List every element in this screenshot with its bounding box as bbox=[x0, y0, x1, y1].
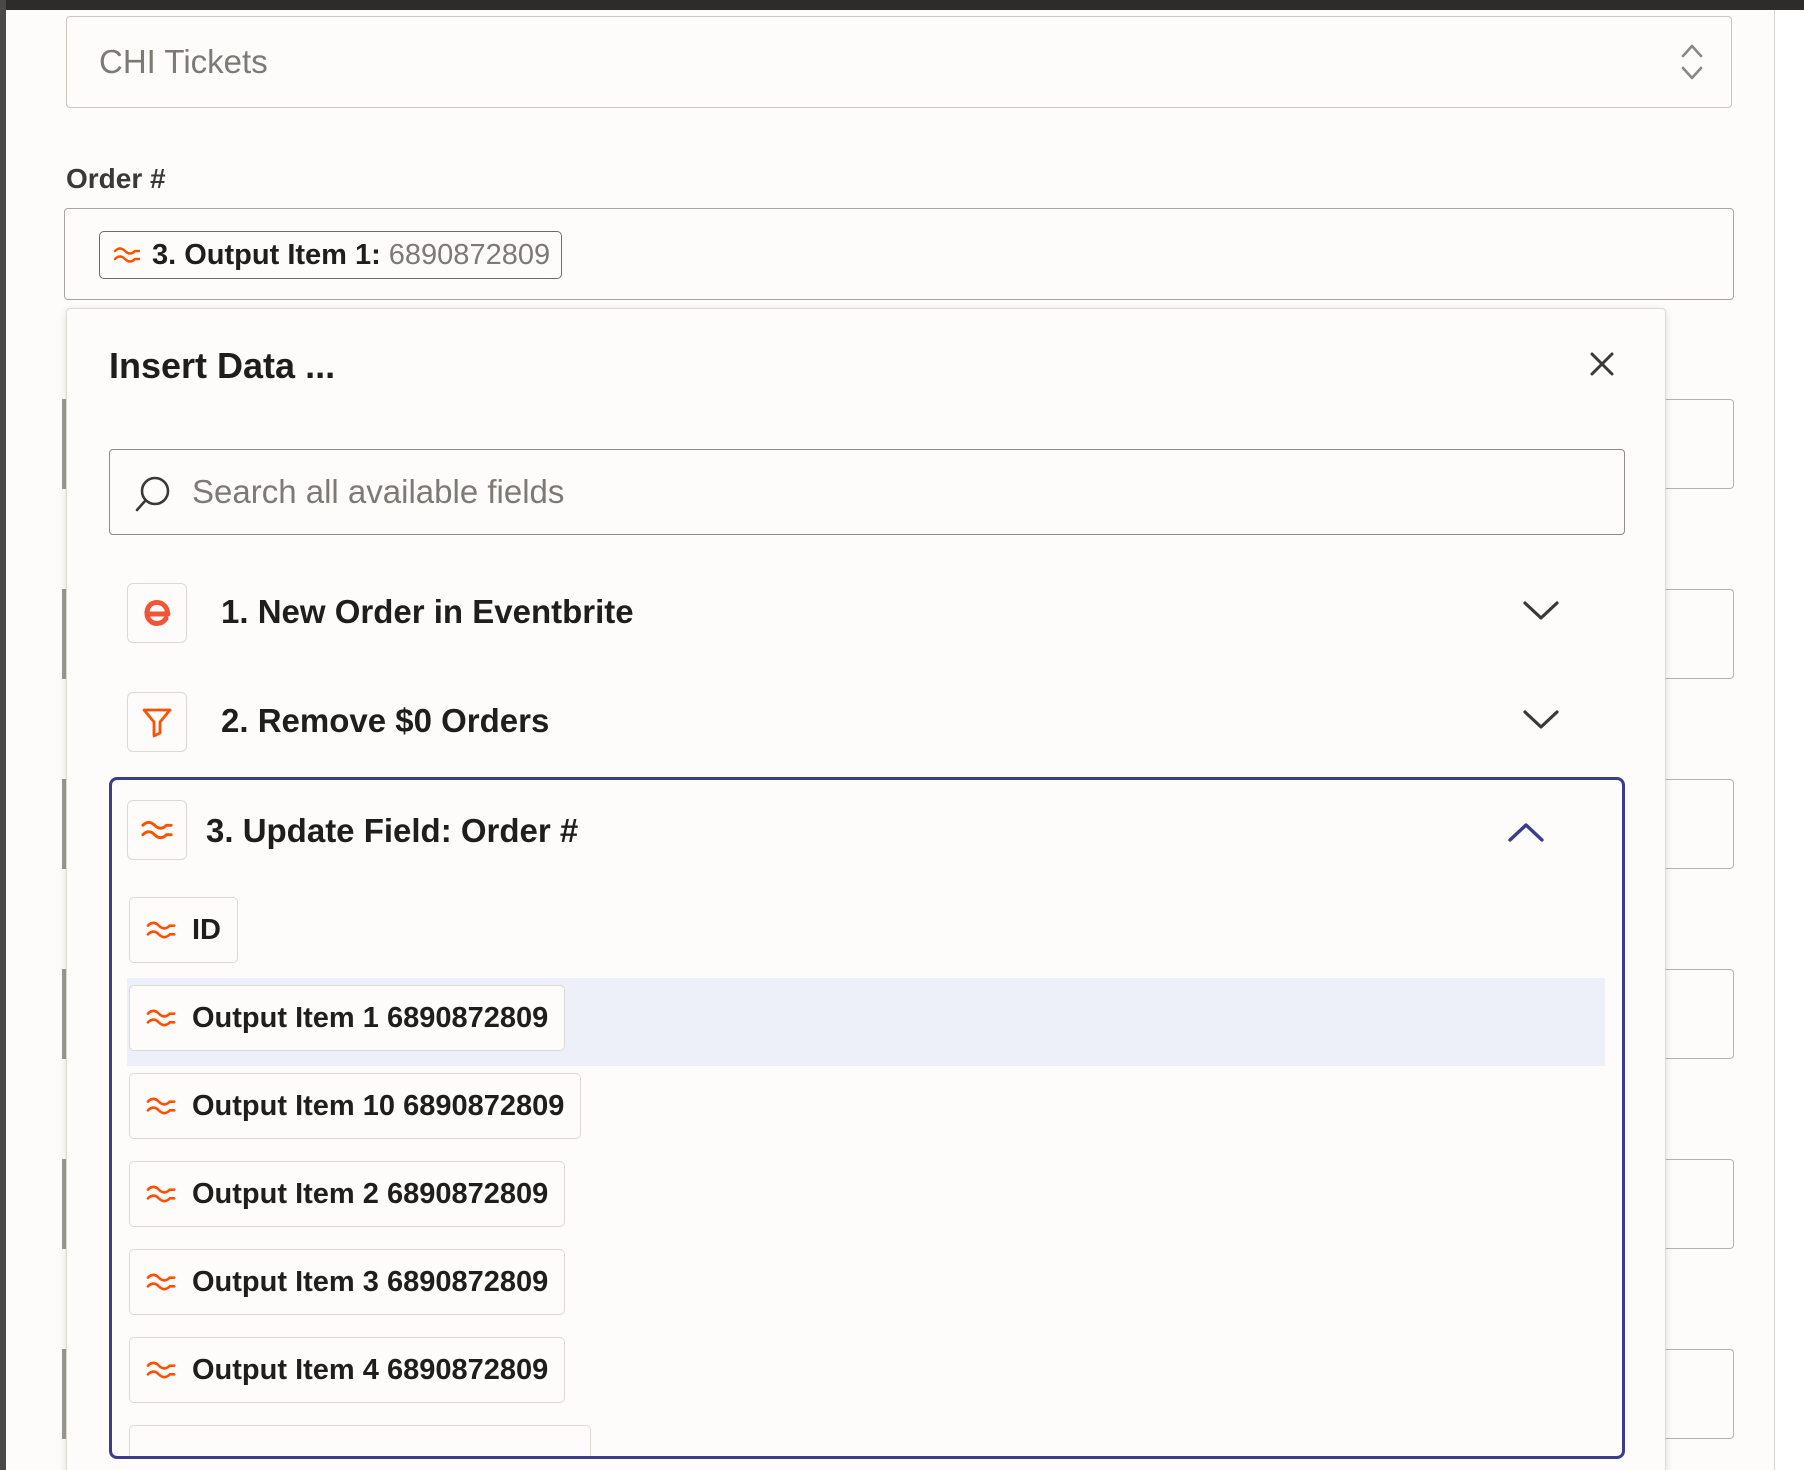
field-chip-label: Output Item 10 6890872809 bbox=[192, 1089, 565, 1122]
field-item[interactable]: ID bbox=[112, 890, 1622, 978]
formatter-wave-icon bbox=[141, 820, 173, 840]
chevron-down-icon[interactable] bbox=[1521, 706, 1561, 734]
formatter-icon bbox=[130, 985, 192, 1051]
modal-title: Insert Data ... bbox=[109, 345, 336, 386]
right-side-panel bbox=[1774, 10, 1804, 1470]
mapped-field-pill-label: 3. Output Item 1: bbox=[152, 238, 381, 271]
field-chip[interactable]: Output Item 3 6890872809 bbox=[129, 1249, 566, 1315]
field-item[interactable]: Output Item 4 6890872809 bbox=[112, 1330, 1622, 1418]
search-field[interactable] bbox=[109, 449, 1625, 535]
field-chip-label: Output Item 2 6890872809 bbox=[192, 1177, 549, 1210]
worksheet-select[interactable]: CHI Tickets bbox=[66, 16, 1732, 108]
group-title: 2. Remove $0 Orders bbox=[221, 702, 550, 739]
group-title: 3. Update Field: Order # bbox=[206, 812, 579, 849]
chevron-up-icon[interactable] bbox=[1506, 818, 1546, 846]
field-chip[interactable]: Output Item 1 6890872809 bbox=[129, 985, 566, 1051]
field-chip[interactable]: Output Item 10 6890872809 bbox=[129, 1073, 582, 1139]
window-left-edge bbox=[0, 0, 6, 1470]
order-number-input[interactable]: 3. Output Item 1: 6890872809 bbox=[64, 208, 1734, 300]
field-item-partial[interactable] bbox=[112, 1418, 1622, 1456]
formatter-icon bbox=[130, 897, 192, 963]
eventbrite-icon bbox=[127, 583, 187, 643]
window-top-bar bbox=[0, 0, 1804, 10]
select-updown-icon bbox=[1681, 44, 1703, 80]
page: CHI Tickets Order # 3. Output Item 1: 68… bbox=[0, 0, 1804, 1470]
formatter-icon bbox=[127, 800, 187, 860]
field-chip[interactable] bbox=[129, 1425, 591, 1456]
formatter-icon bbox=[113, 247, 141, 263]
eventbrite-logo-icon bbox=[144, 599, 171, 627]
field-item[interactable]: Output Item 3 6890872809 bbox=[112, 1242, 1622, 1330]
group-row-formatter[interactable]: 3. Update Field: Order # bbox=[112, 780, 1622, 870]
formatter-icon bbox=[130, 1249, 192, 1315]
field-chip-label: Output Item 1 6890872809 bbox=[192, 1001, 549, 1034]
group-panel-formatter: 3. Update Field: Order # ID Output Item … bbox=[109, 777, 1625, 1459]
field-chip-label: Output Item 4 6890872809 bbox=[192, 1353, 549, 1386]
field-item[interactable]: Output Item 2 6890872809 bbox=[112, 1154, 1622, 1242]
field-item[interactable]: Output Item 10 6890872809 bbox=[112, 1066, 1622, 1154]
search-input[interactable] bbox=[192, 450, 1592, 534]
formatter-icon bbox=[130, 1337, 192, 1403]
filter-icon bbox=[127, 692, 187, 752]
chevron-down-icon[interactable] bbox=[1521, 597, 1561, 625]
close-icon[interactable] bbox=[1587, 349, 1617, 379]
formatter-icon bbox=[130, 1161, 192, 1227]
field-chip[interactable]: Output Item 2 6890872809 bbox=[129, 1161, 566, 1227]
field-chip-label: Output Item 3 6890872809 bbox=[192, 1265, 549, 1298]
field-chip[interactable]: ID bbox=[129, 897, 238, 963]
formatter-icon bbox=[130, 1073, 192, 1139]
insert-data-modal: Insert Data ... 1. New Order in Eventbri… bbox=[66, 308, 1666, 1470]
group-title: 1. New Order in Eventbrite bbox=[221, 593, 634, 630]
field-item-highlighted[interactable]: Output Item 1 6890872809 bbox=[127, 978, 1605, 1066]
search-icon bbox=[135, 476, 170, 512]
field-chip-label: ID bbox=[192, 913, 221, 946]
mapped-field-pill[interactable]: 3. Output Item 1: 6890872809 bbox=[99, 231, 563, 279]
field-list: ID Output Item 1 6890872809 Output Item … bbox=[112, 890, 1622, 1456]
mapped-field-pill-value: 6890872809 bbox=[388, 238, 551, 271]
order-field-label: Order # bbox=[66, 163, 166, 194]
filter-funnel-icon bbox=[142, 708, 172, 738]
group-row-filter[interactable]: 2. Remove $0 Orders bbox=[109, 680, 1625, 770]
worksheet-select-value: CHI Tickets bbox=[99, 43, 268, 80]
field-chip[interactable]: Output Item 4 6890872809 bbox=[129, 1337, 566, 1403]
group-row-eventbrite[interactable]: 1. New Order in Eventbrite bbox=[109, 571, 1625, 661]
